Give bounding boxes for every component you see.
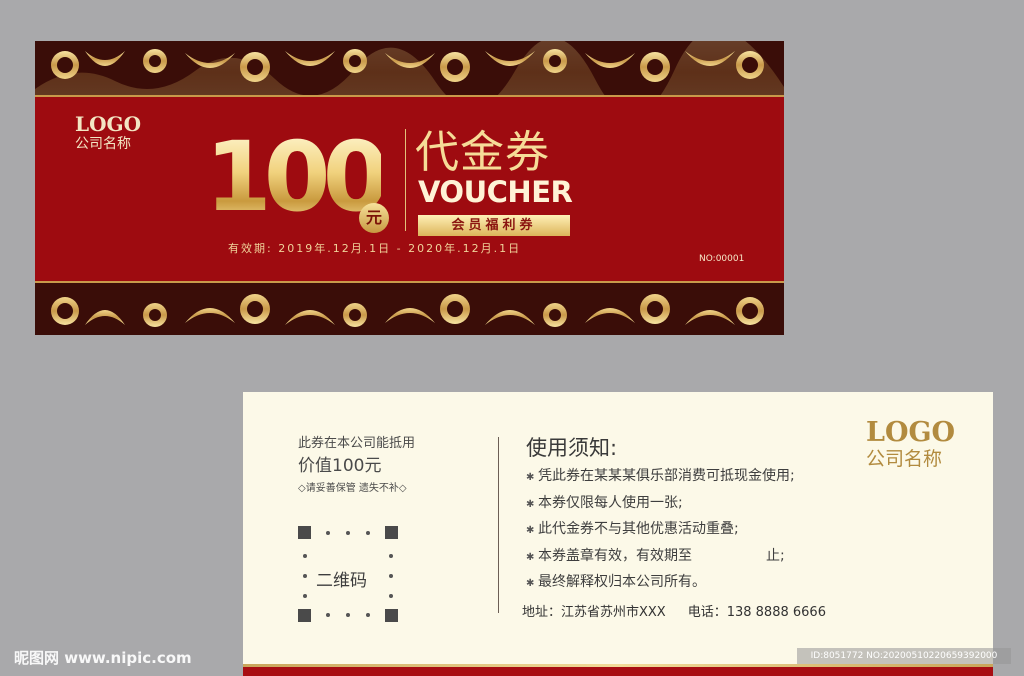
qr-code-placeholder: 二维码: [298, 526, 398, 622]
company-name: 公司名称: [75, 136, 131, 152]
bullet-icon: ✱: [526, 551, 535, 563]
ornament-border-bottom: [35, 281, 784, 335]
validity-period: 有效期: 2019年.12月.1日 - 2020年.12月.1日: [228, 242, 522, 255]
back-logo: LOGO 公司名称: [866, 417, 956, 471]
ornament-border-top: [35, 41, 784, 97]
usable-line: 此券在本公司能抵用: [298, 436, 416, 451]
list-item: ✱ 此代金券不与其他优惠活动重叠;: [526, 517, 795, 544]
back-divider: [498, 437, 499, 613]
red-stripe: [243, 667, 993, 676]
keep-line: ◇请妥善保管 遗失不补◇: [298, 483, 407, 494]
value-block: 此券在本公司能抵用 价值100元 ◇请妥善保管 遗失不补◇: [298, 436, 415, 496]
serial-number: NO:00001: [699, 254, 745, 264]
voucher-title-cn: 代金券: [415, 127, 550, 178]
qr-label: 二维码: [316, 571, 367, 591]
qr-corner: [298, 526, 311, 539]
qr-dot: [389, 574, 393, 578]
address: 地址：江苏省苏州市XXX: [522, 605, 666, 620]
voucher-title-en: VOUCHER: [418, 175, 573, 209]
qr-dot: [326, 531, 330, 535]
qr-corner: [298, 609, 311, 622]
yuan-badge: 元: [359, 203, 389, 233]
value-line: 价值100元: [298, 456, 382, 476]
voucher-amount: 100: [205, 121, 389, 233]
voucher-front: LOGO 公司名称 100 元 代金券 VOUCHER 会员福利券 有效期: 2…: [35, 41, 784, 335]
qr-corner: [385, 609, 398, 622]
qr-dot: [389, 554, 393, 558]
qr-dot: [389, 594, 393, 598]
notice-list: ✱ 凭此券在某某某俱乐部消费可抵现金使用; ✱ 本券仅限每人使用一张; ✱ 此代金券不…: [526, 464, 795, 597]
qr-corner: [385, 526, 398, 539]
bullet-icon: ✱: [526, 498, 535, 510]
bullet-icon: ✱: [526, 578, 535, 589]
qr-dot: [303, 594, 307, 598]
list-item: ✱ 凭此券在某某某俱乐部消费可抵现金使用;: [526, 464, 795, 491]
company-name: 公司名称: [866, 448, 943, 470]
list-item: ✱ 最终解释权归本公司所有。: [526, 570, 795, 597]
phone: 电话：138 8888 6666: [687, 605, 826, 620]
qr-dot: [303, 574, 307, 578]
qr-dot: [366, 531, 370, 535]
qr-dot: [303, 554, 307, 558]
site-watermark: 昵图网 www.nipic.com: [14, 649, 192, 667]
title-divider: [405, 129, 406, 231]
bullet-icon: ✱: [526, 525, 535, 536]
ornament-pattern-icon: [35, 41, 784, 97]
list-item: ✱ 本券盖章有效，有效期至 止;: [526, 544, 795, 571]
contact-info: 地址：江苏省苏州市XXX 电话：138 8888 6666: [522, 601, 826, 620]
qr-dot: [346, 531, 350, 535]
qr-dot: [346, 613, 350, 617]
voucher-back: 此券在本公司能抵用 价值100元 ◇请妥善保管 遗失不补◇ 二维码 使用须知: …: [243, 392, 993, 676]
list-item: ✱ 本券仅限每人使用一张;: [526, 491, 795, 518]
logo-text: LOGO: [866, 417, 956, 448]
qr-dot: [326, 613, 330, 617]
id-watermark: ID:8051772 NO:20200510220659392000: [797, 648, 1011, 664]
logo-text: LOGO: [75, 112, 141, 136]
notice-title: 使用须知:: [526, 436, 618, 460]
bullet-icon: ✱: [526, 472, 535, 483]
member-tag: 会员福利券: [418, 215, 570, 236]
ornament-pattern-icon: [35, 281, 784, 335]
front-logo: LOGO 公司名称: [75, 113, 141, 153]
qr-dot: [366, 613, 370, 617]
